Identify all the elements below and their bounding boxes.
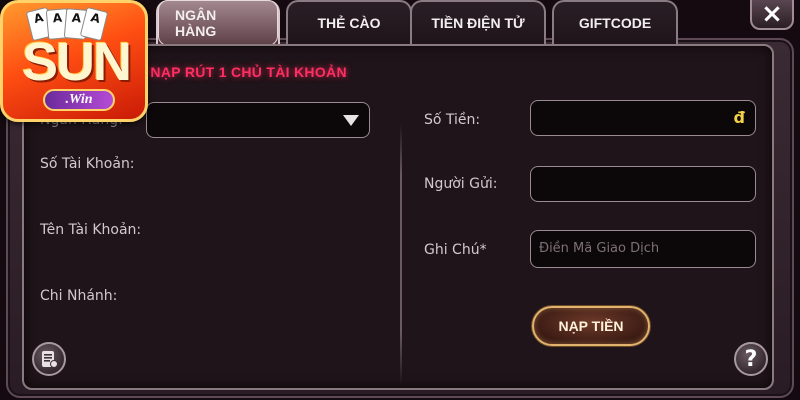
amount-field[interactable]: đ	[530, 100, 756, 136]
currency-symbol: đ	[733, 108, 745, 127]
help-icon: ?	[744, 346, 758, 372]
tab-giftcode[interactable]: GIFTCODE	[552, 0, 678, 44]
note-label: Ghi Chú*	[424, 242, 487, 258]
logo-win-text: .Win	[43, 89, 115, 111]
tab-crypto[interactable]: TIỀN ĐIỆN TỬ	[410, 0, 546, 44]
sunwin-logo: A A A A SUN .Win	[0, 0, 148, 122]
branch-label: Chi Nhánh:	[40, 288, 118, 304]
note-field[interactable]: Điền Mã Giao Dịch	[530, 230, 756, 268]
close-button[interactable]: ×	[750, 0, 794, 30]
tab-giftcode-label: GIFTCODE	[578, 15, 652, 31]
logo-sun-text: SUN	[21, 32, 132, 92]
tab-card-label: THẺ CÀO	[317, 15, 381, 31]
tab-bank-label: NGÂN HÀNG	[158, 0, 278, 46]
tab-card[interactable]: THẺ CÀO	[286, 0, 412, 44]
tab-crypto-label: TIỀN ĐIỆN TỬ	[431, 15, 525, 31]
history-icon	[42, 351, 58, 368]
close-icon: ×	[761, 0, 783, 29]
help-button[interactable]: ?	[734, 342, 768, 376]
sender-label: Người Gửi:	[424, 176, 498, 192]
deposit-button[interactable]: NẠP TIỀN	[532, 306, 650, 346]
history-button[interactable]	[32, 342, 66, 376]
page-heading: Ợ NẠP RÚT 1 CHỦ TÀI KHOẢN	[134, 64, 347, 80]
tab-bank[interactable]: NGÂN HÀNG	[156, 0, 280, 46]
note-placeholder: Điền Mã Giao Dịch	[539, 241, 660, 256]
sender-field[interactable]	[530, 166, 756, 202]
account-name-label: Tên Tài Khoản:	[40, 222, 142, 238]
column-divider	[400, 124, 402, 384]
amount-label: Số Tiền:	[424, 112, 481, 128]
account-number-label: Số Tài Khoản:	[40, 156, 135, 172]
bank-select[interactable]	[146, 102, 370, 138]
deposit-button-label: NẠP TIỀN	[558, 318, 624, 334]
chevron-down-icon	[343, 115, 359, 126]
